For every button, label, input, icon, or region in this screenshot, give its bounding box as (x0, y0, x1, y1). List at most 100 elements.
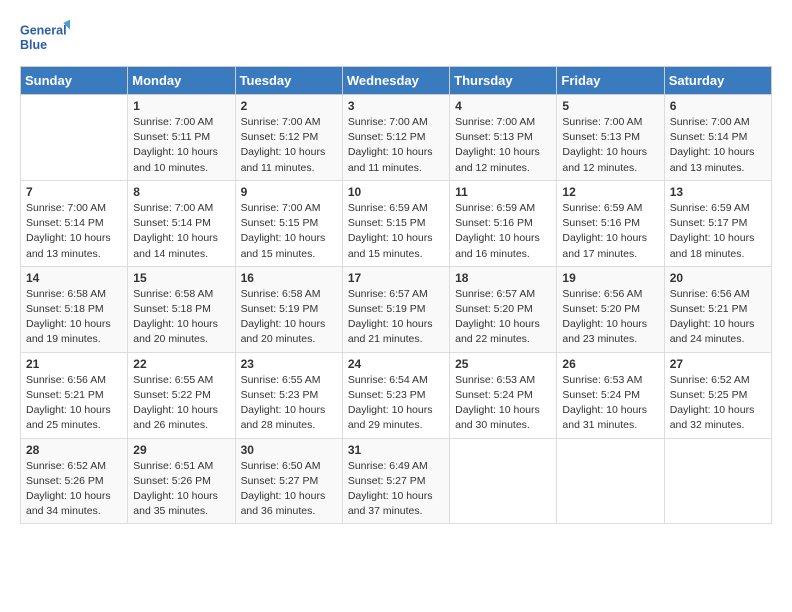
day-info: Sunrise: 7:00 AMSunset: 5:13 PMDaylight:… (562, 115, 658, 176)
col-header-monday: Monday (128, 67, 235, 95)
day-info: Sunrise: 6:59 AMSunset: 5:15 PMDaylight:… (348, 201, 444, 262)
day-info: Sunrise: 6:58 AMSunset: 5:19 PMDaylight:… (241, 287, 337, 348)
day-cell: 18Sunrise: 6:57 AMSunset: 5:20 PMDayligh… (450, 266, 557, 352)
day-cell: 7 Sunrise: 7:00 AMSunset: 5:14 PMDaylight… (21, 180, 128, 266)
day-number: 21 (26, 357, 122, 371)
day-info: Sunrise: 6:55 AMSunset: 5:23 PMDaylight:… (241, 373, 337, 434)
day-info: Sunrise: 7:00 AMSunset: 5:12 PMDaylight:… (241, 115, 337, 176)
day-cell: 17 Sunrise: 6:57 AMSunset: 5:19 PMDayligh… (342, 266, 449, 352)
day-info: Sunrise: 6:56 AMSunset: 5:21 PMDaylight:… (26, 373, 122, 434)
day-cell: 30 Sunrise: 6:50 AMSunset: 5:27 PMDayligh… (235, 438, 342, 524)
day-number: 5 (562, 99, 658, 113)
day-number: 25 (455, 357, 551, 371)
day-number: 28 (26, 443, 122, 457)
day-info: Sunrise: 6:53 AMSunset: 5:24 PMDaylight:… (455, 373, 551, 434)
col-header-tuesday: Tuesday (235, 67, 342, 95)
day-number: 24 (348, 357, 444, 371)
day-number: 19 (562, 271, 658, 285)
page-header: General Blue (20, 16, 772, 60)
day-number: 6 (670, 99, 766, 113)
day-info: Sunrise: 6:57 AMSunset: 5:19 PMDaylight:… (348, 287, 444, 348)
day-info: Sunrise: 7:00 AMSunset: 5:14 PMDaylight:… (670, 115, 766, 176)
svg-text:General: General (20, 24, 67, 38)
day-info: Sunrise: 6:58 AMSunset: 5:18 PMDaylight:… (133, 287, 229, 348)
day-cell: 10 Sunrise: 6:59 AMSunset: 5:15 PMDayligh… (342, 180, 449, 266)
day-info: Sunrise: 6:51 AMSunset: 5:26 PMDaylight:… (133, 459, 229, 520)
logo-svg: General Blue (20, 16, 70, 60)
day-cell (557, 438, 664, 524)
day-number: 14 (26, 271, 122, 285)
day-number: 23 (241, 357, 337, 371)
day-cell: 15 Sunrise: 6:58 AMSunset: 5:18 PMDayligh… (128, 266, 235, 352)
day-cell (450, 438, 557, 524)
day-info: Sunrise: 6:54 AMSunset: 5:23 PMDaylight:… (348, 373, 444, 434)
day-cell: 24 Sunrise: 6:54 AMSunset: 5:23 PMDayligh… (342, 352, 449, 438)
day-info: Sunrise: 7:00 AMSunset: 5:14 PMDaylight:… (26, 201, 122, 262)
week-row-4: 21 Sunrise: 6:56 AMSunset: 5:21 PMDayligh… (21, 352, 772, 438)
day-cell: 3Sunrise: 7:00 AMSunset: 5:12 PMDaylight… (342, 95, 449, 181)
day-info: Sunrise: 6:49 AMSunset: 5:27 PMDaylight:… (348, 459, 444, 520)
day-cell: 26Sunrise: 6:53 AMSunset: 5:24 PMDayligh… (557, 352, 664, 438)
day-number: 8 (133, 185, 229, 199)
day-number: 16 (241, 271, 337, 285)
week-row-3: 14 Sunrise: 6:58 AMSunset: 5:18 PMDayligh… (21, 266, 772, 352)
day-info: Sunrise: 6:59 AMSunset: 5:17 PMDaylight:… (670, 201, 766, 262)
day-number: 10 (348, 185, 444, 199)
day-number: 17 (348, 271, 444, 285)
day-cell: 16 Sunrise: 6:58 AMSunset: 5:19 PMDayligh… (235, 266, 342, 352)
day-number: 31 (348, 443, 444, 457)
header-row: SundayMondayTuesdayWednesdayThursdayFrid… (21, 67, 772, 95)
day-info: Sunrise: 6:50 AMSunset: 5:27 PMDaylight:… (241, 459, 337, 520)
col-header-thursday: Thursday (450, 67, 557, 95)
day-cell: 9 Sunrise: 7:00 AMSunset: 5:15 PMDaylight… (235, 180, 342, 266)
day-cell: 1 Sunrise: 7:00 AMSunset: 5:11 PMDaylight… (128, 95, 235, 181)
day-info: Sunrise: 6:58 AMSunset: 5:18 PMDaylight:… (26, 287, 122, 348)
day-info: Sunrise: 7:00 AMSunset: 5:15 PMDaylight:… (241, 201, 337, 262)
day-cell (21, 95, 128, 181)
day-number: 22 (133, 357, 229, 371)
day-cell: 29 Sunrise: 6:51 AMSunset: 5:26 PMDayligh… (128, 438, 235, 524)
day-number: 20 (670, 271, 766, 285)
day-number: 26 (562, 357, 658, 371)
week-row-2: 7 Sunrise: 7:00 AMSunset: 5:14 PMDaylight… (21, 180, 772, 266)
day-number: 13 (670, 185, 766, 199)
day-cell: 28 Sunrise: 6:52 AMSunset: 5:26 PMDayligh… (21, 438, 128, 524)
day-number: 30 (241, 443, 337, 457)
day-info: Sunrise: 7:00 AMSunset: 5:11 PMDaylight:… (133, 115, 229, 176)
day-number: 29 (133, 443, 229, 457)
week-row-1: 1 Sunrise: 7:00 AMSunset: 5:11 PMDaylight… (21, 95, 772, 181)
day-number: 1 (133, 99, 229, 113)
day-number: 18 (455, 271, 551, 285)
col-header-saturday: Saturday (664, 67, 771, 95)
day-cell: 5 Sunrise: 7:00 AMSunset: 5:13 PMDaylight… (557, 95, 664, 181)
day-number: 7 (26, 185, 122, 199)
day-number: 4 (455, 99, 551, 113)
svg-text:Blue: Blue (20, 38, 47, 52)
day-cell: 21 Sunrise: 6:56 AMSunset: 5:21 PMDayligh… (21, 352, 128, 438)
col-header-friday: Friday (557, 67, 664, 95)
day-cell: 2 Sunrise: 7:00 AMSunset: 5:12 PMDaylight… (235, 95, 342, 181)
day-info: Sunrise: 6:59 AMSunset: 5:16 PMDaylight:… (562, 201, 658, 262)
day-number: 27 (670, 357, 766, 371)
day-info: Sunrise: 6:52 AMSunset: 5:26 PMDaylight:… (26, 459, 122, 520)
day-cell: 4Sunrise: 7:00 AMSunset: 5:13 PMDaylight… (450, 95, 557, 181)
day-cell: 14 Sunrise: 6:58 AMSunset: 5:18 PMDayligh… (21, 266, 128, 352)
day-info: Sunrise: 6:52 AMSunset: 5:25 PMDaylight:… (670, 373, 766, 434)
day-cell: 13 Sunrise: 6:59 AMSunset: 5:17 PMDayligh… (664, 180, 771, 266)
day-number: 12 (562, 185, 658, 199)
day-cell: 19Sunrise: 6:56 AMSunset: 5:20 PMDayligh… (557, 266, 664, 352)
day-info: Sunrise: 6:59 AMSunset: 5:16 PMDaylight:… (455, 201, 551, 262)
day-number: 9 (241, 185, 337, 199)
day-cell: 27 Sunrise: 6:52 AMSunset: 5:25 PMDayligh… (664, 352, 771, 438)
day-cell: 6 Sunrise: 7:00 AMSunset: 5:14 PMDaylight… (664, 95, 771, 181)
day-info: Sunrise: 6:55 AMSunset: 5:22 PMDaylight:… (133, 373, 229, 434)
day-number: 11 (455, 185, 551, 199)
day-number: 2 (241, 99, 337, 113)
day-cell: 12 Sunrise: 6:59 AMSunset: 5:16 PMDayligh… (557, 180, 664, 266)
day-cell: 8Sunrise: 7:00 AMSunset: 5:14 PMDaylight… (128, 180, 235, 266)
col-header-wednesday: Wednesday (342, 67, 449, 95)
day-cell: 23 Sunrise: 6:55 AMSunset: 5:23 PMDayligh… (235, 352, 342, 438)
day-cell: 25 Sunrise: 6:53 AMSunset: 5:24 PMDayligh… (450, 352, 557, 438)
day-number: 15 (133, 271, 229, 285)
day-number: 3 (348, 99, 444, 113)
